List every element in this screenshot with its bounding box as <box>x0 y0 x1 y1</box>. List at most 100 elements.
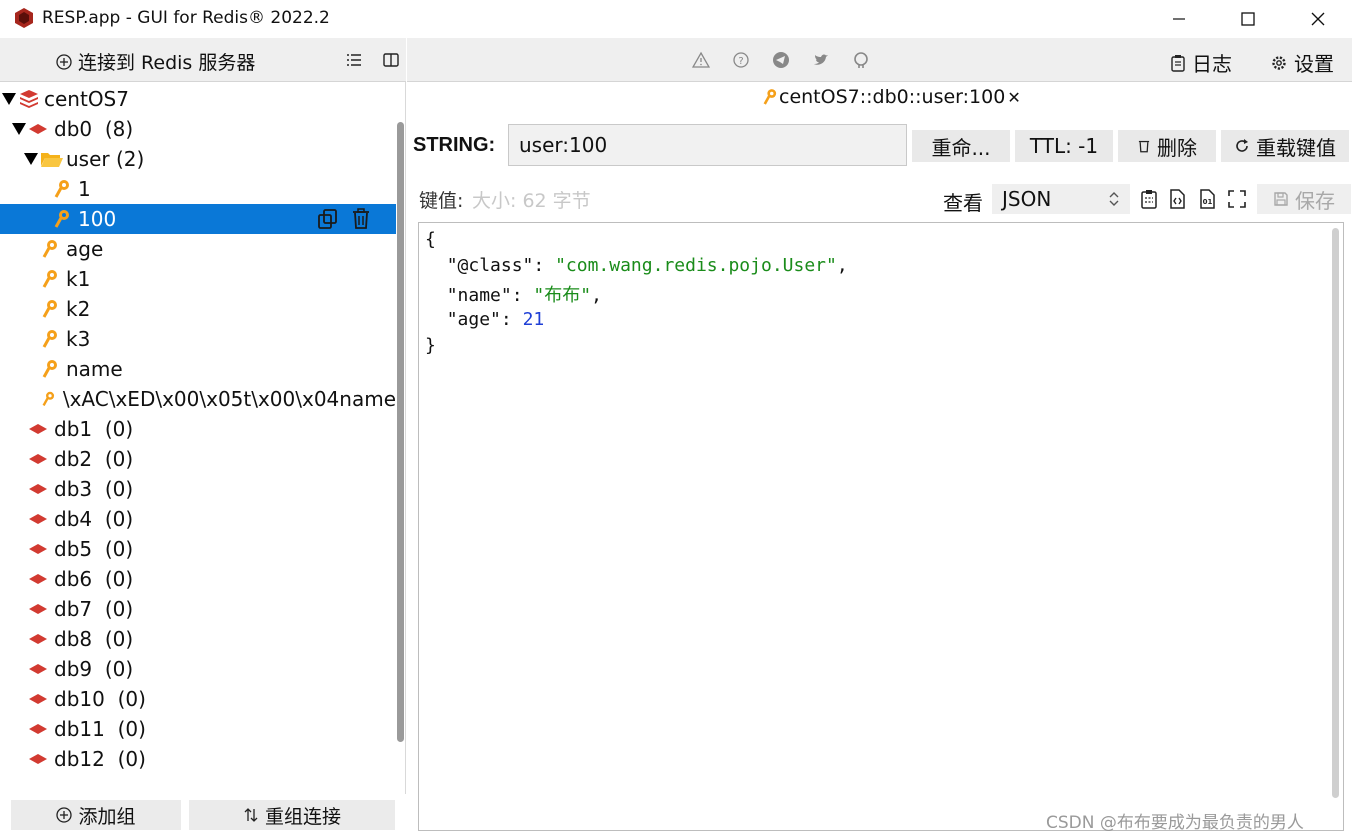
database-icon <box>29 124 47 134</box>
key-icon <box>54 180 69 198</box>
tree-db-db3[interactable]: db3 (0) <box>0 474 396 504</box>
view-format-select[interactable]: JSON <box>992 184 1130 214</box>
rename-label: 重命... <box>931 135 991 160</box>
value-size: 大小: 62 字节 <box>472 190 591 212</box>
regroup-label: 重组连接 <box>264 805 341 828</box>
tree-db-db2[interactable]: db2 (0) <box>0 444 396 474</box>
ttl-label: TTL: -1 <box>1029 134 1099 158</box>
reload-button[interactable]: 重载键值 <box>1221 130 1349 162</box>
window-title: RESP.app - GUI for Redis® 2022.2 <box>42 8 330 28</box>
db-name: db3 <box>54 477 93 501</box>
list-icon[interactable] <box>344 50 364 70</box>
tree-db-db5[interactable]: db5 (0) <box>0 534 396 564</box>
database-icon <box>29 634 47 644</box>
telegram-icon[interactable] <box>772 51 790 69</box>
tree-db-db10[interactable]: db10 (0) <box>0 684 396 714</box>
db-count: (0) <box>104 627 134 651</box>
github-icon[interactable] <box>852 51 870 69</box>
database-icon <box>29 544 47 554</box>
expand-arrow-icon[interactable] <box>24 153 38 165</box>
svg-text:01: 01 <box>1203 198 1213 206</box>
database-icon <box>29 724 47 734</box>
json-key: "age" <box>446 309 501 330</box>
expand-arrow-icon[interactable] <box>2 93 16 105</box>
database-icon <box>29 694 47 704</box>
tree-key-selected[interactable]: 100 <box>0 204 396 234</box>
help-icon[interactable]: ? <box>732 51 750 69</box>
tree-key[interactable]: k2 <box>0 294 396 324</box>
database-icon <box>29 574 47 584</box>
server-stack-icon <box>20 90 38 108</box>
regroup-button[interactable]: 重组连接 <box>189 800 395 830</box>
tab-close-icon[interactable]: ✕ <box>1007 88 1020 107</box>
delete-label: 删除 <box>1157 135 1197 160</box>
code-line: "age": 21 <box>446 309 545 330</box>
db-count: (0) <box>104 507 134 531</box>
clipboard-icon <box>1171 54 1185 72</box>
minimize-button[interactable] <box>1156 0 1202 38</box>
json-string: "布布" <box>533 285 592 306</box>
db-count: (0) <box>104 447 134 471</box>
code-file-icon[interactable] <box>1166 188 1188 210</box>
key-name-field[interactable]: user:100 <box>508 124 907 166</box>
add-group-button[interactable]: 添加组 <box>11 800 181 830</box>
tree-db0[interactable]: db0 (8) <box>0 114 396 144</box>
trash-icon[interactable] <box>350 207 372 231</box>
tree-key[interactable]: name <box>0 354 396 384</box>
sidebar-toggle-icon[interactable] <box>381 50 401 70</box>
tree-key[interactable]: k3 <box>0 324 396 354</box>
key-icon <box>763 89 777 105</box>
editor-scrollbar[interactable] <box>1332 228 1339 798</box>
log-button[interactable]: 日志 <box>1170 48 1232 77</box>
delete-button[interactable]: 删除 <box>1118 130 1216 162</box>
db-count: (0) <box>104 537 134 561</box>
tree-db-db7[interactable]: db7 (0) <box>0 594 396 624</box>
warning-icon[interactable] <box>692 51 710 69</box>
twitter-icon[interactable] <box>812 51 830 69</box>
tree-server-centos7[interactable]: centOS7 <box>0 84 396 114</box>
expand-arrow-icon[interactable] <box>12 123 26 135</box>
tree-db-db11[interactable]: db11 (0) <box>0 714 396 744</box>
plus-circle-icon <box>56 807 73 823</box>
tree-db-db6[interactable]: db6 (0) <box>0 564 396 594</box>
close-window-button[interactable] <box>1295 0 1341 38</box>
tree-db-db1[interactable]: db1 (0) <box>0 414 396 444</box>
tree-key[interactable]: k1 <box>0 264 396 294</box>
save-button[interactable]: 保存 <box>1257 184 1351 214</box>
tree-db-db4[interactable]: db4 (0) <box>0 504 396 534</box>
fullscreen-icon[interactable] <box>1226 188 1248 210</box>
settings-button[interactable]: 设置 <box>1270 48 1334 77</box>
database-icon <box>29 604 47 614</box>
tree-key[interactable]: \xAC\xED\x00\x05t\x00\x04name <box>0 384 396 414</box>
tree-key[interactable]: age <box>0 234 396 264</box>
connect-redis-button[interactable]: 连接到 Redis 服务器 <box>56 48 255 75</box>
tree-scrollbar[interactable] <box>397 122 404 742</box>
tab-key-view[interactable]: centOS7::db0::user:100 ✕ <box>763 86 1021 108</box>
key-icon <box>42 330 57 348</box>
binary-file-icon[interactable]: 01 <box>1196 188 1218 210</box>
copy-value-icon[interactable] <box>1138 188 1160 210</box>
tab-label: centOS7::db0::user:100 <box>779 86 1006 108</box>
db-name: db9 <box>54 657 93 681</box>
ttl-button[interactable]: TTL: -1 <box>1015 130 1113 162</box>
rename-button[interactable]: 重命... <box>912 130 1010 162</box>
resp-app-icon <box>15 8 33 28</box>
key-name: 100 <box>78 207 117 231</box>
reload-label: 重载键值 <box>1256 135 1336 160</box>
copy-icon[interactable] <box>316 207 340 231</box>
tree-key[interactable]: 1 <box>0 174 396 204</box>
db-name: db8 <box>54 627 93 651</box>
connect-redis-label: 连接到 Redis 服务器 <box>78 52 256 74</box>
connections-footer: 添加组 重组连接 <box>0 794 406 839</box>
key-name: name <box>66 357 123 381</box>
tree-folder-user[interactable]: user (2) <box>0 144 396 174</box>
key-name: k1 <box>66 267 91 291</box>
tree-db-db8[interactable]: db8 (0) <box>0 624 396 654</box>
tree-db-db9[interactable]: db9 (0) <box>0 654 396 684</box>
key-name: age <box>66 237 104 261</box>
tree-db-db12[interactable]: db12 (0) <box>0 744 396 774</box>
maximize-button[interactable] <box>1225 0 1271 38</box>
value-editor[interactable]: { "@class": "com.wang.redis.pojo.User", … <box>418 222 1344 831</box>
connections-panel: 连接到 Redis 服务器 centOS7 db0 (8) user (2) 1 <box>0 38 406 839</box>
gear-icon <box>1272 55 1286 70</box>
